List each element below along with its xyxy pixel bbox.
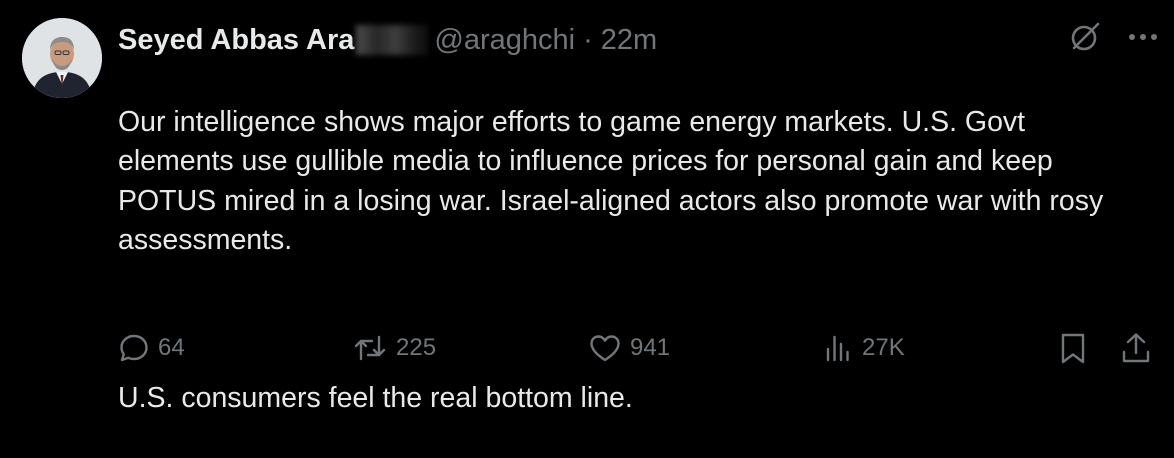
like-count: 941 <box>630 334 671 361</box>
like-icon <box>590 335 620 362</box>
bookmark-button[interactable] <box>1058 329 1088 367</box>
display-name[interactable]: Seyed Abbas Ara <box>118 24 354 57</box>
user-handle[interactable]: @araghchi <box>434 24 575 57</box>
reply-count: 64 <box>158 334 185 361</box>
bookmark-icon <box>1061 333 1085 364</box>
views-icon <box>826 335 849 362</box>
grok-icon[interactable] <box>1068 20 1102 54</box>
share-icon <box>1122 333 1150 363</box>
timestamp[interactable]: 22m <box>601 24 657 57</box>
avatar-image <box>22 18 102 98</box>
tweet-paragraph-1: Our intelligence shows major efforts to … <box>118 105 1104 257</box>
tweet-actions: 64 225 941 27K <box>0 329 1174 369</box>
separator-dot: · <box>583 23 593 56</box>
reply-icon <box>120 334 148 362</box>
redacted-name-blur <box>356 25 429 55</box>
share-button[interactable] <box>1120 329 1152 367</box>
views-count: 27K <box>862 334 905 361</box>
avatar[interactable] <box>22 18 102 98</box>
repost-icon <box>354 335 386 361</box>
like-button[interactable]: 941 <box>588 329 670 367</box>
views-button[interactable]: 27K <box>822 329 905 367</box>
repost-button[interactable]: 225 <box>352 329 436 367</box>
tweet-card: Seyed Abbas Ara @araghchi · 22m Our inte… <box>0 0 1174 414</box>
more-icon[interactable] <box>1128 32 1158 42</box>
tweet-top-actions <box>1068 20 1158 54</box>
reply-button[interactable]: 64 <box>118 329 185 367</box>
repost-count: 225 <box>396 334 437 361</box>
tweet-text: Our intelligence shows major efforts to … <box>118 63 1148 458</box>
tweet-header: Seyed Abbas Ara @araghchi · 22m <box>118 20 657 60</box>
tweet-paragraph-2: U.S. consumers feel the real bottom line… <box>118 382 633 414</box>
